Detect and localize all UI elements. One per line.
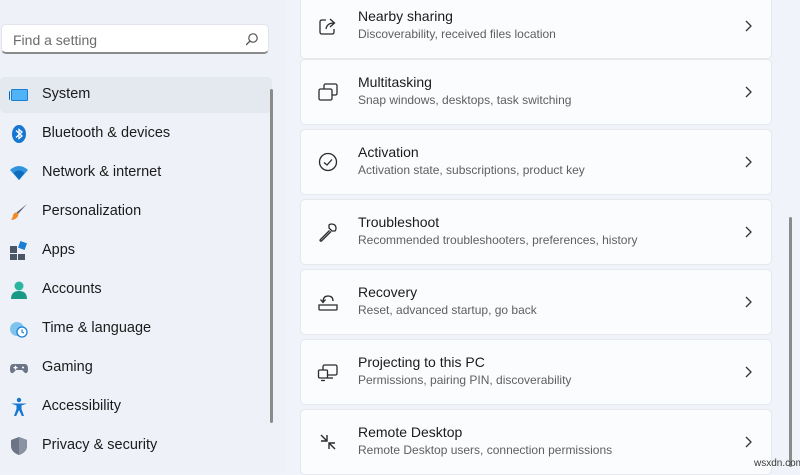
sidebar-item-label: Bluetooth & devices (42, 125, 171, 141)
card-activation[interactable]: Activation Activation state, subscriptio… (300, 129, 772, 195)
sidebar-item-network[interactable]: Network & internet (0, 155, 272, 191)
chevron-right-icon (745, 296, 752, 308)
apps-icon (9, 241, 29, 261)
sidebar-item-label: Time & language (42, 320, 152, 336)
card-subtitle: Activation state, subscriptions, product… (358, 163, 585, 177)
sidebar-item-label: Privacy & security (42, 437, 158, 453)
clock-globe-icon (9, 319, 29, 339)
card-title: Troubleshoot (358, 214, 440, 230)
system-icon (9, 85, 29, 105)
bluetooth-icon (9, 124, 29, 144)
card-recovery[interactable]: Recovery Reset, advanced startup, go bac… (300, 269, 772, 335)
card-subtitle: Recommended troubleshooters, preferences… (358, 233, 638, 247)
card-remote-desktop[interactable]: Remote Desktop Remote Desktop users, con… (300, 409, 772, 475)
sidebar-item-bluetooth[interactable]: Bluetooth & devices (0, 116, 272, 152)
card-subtitle: Snap windows, desktops, task switching (358, 93, 572, 107)
card-title: Remote Desktop (358, 424, 463, 440)
accessibility-icon (9, 397, 29, 417)
remote-desktop-icon (317, 431, 339, 453)
card-projecting[interactable]: Projecting to this PC Permissions, pairi… (300, 339, 772, 405)
sidebar-item-time-language[interactable]: Time & language (0, 311, 272, 347)
check-circle-icon (317, 151, 339, 173)
brush-icon (9, 202, 29, 222)
chevron-right-icon (745, 366, 752, 378)
multitasking-icon (317, 81, 339, 103)
sidebar-item-label: Network & internet (42, 164, 162, 180)
chevron-right-icon (745, 86, 752, 98)
card-subtitle: Discoverability, received files location (358, 27, 556, 41)
sidebar-item-label: Accounts (42, 281, 102, 297)
card-title: Projecting to this PC (358, 354, 485, 370)
search-icon[interactable] (245, 32, 259, 46)
chevron-right-icon (745, 226, 752, 238)
account-icon (9, 280, 29, 300)
sidebar-item-label: Gaming (42, 359, 93, 375)
card-subtitle: Reset, advanced startup, go back (358, 303, 537, 317)
recovery-icon (317, 291, 339, 313)
card-subtitle: Remote Desktop users, connection permiss… (358, 443, 613, 457)
card-title: Nearby sharing (358, 8, 453, 24)
sidebar-item-personalization[interactable]: Personalization (0, 194, 272, 230)
sidebar-item-apps[interactable]: Apps (0, 233, 272, 269)
main-scrollbar[interactable] (789, 217, 792, 467)
shield-icon (9, 436, 29, 456)
sidebar-item-label: System (42, 86, 91, 102)
sidebar-item-accessibility[interactable]: Accessibility (0, 389, 272, 425)
card-title: Recovery (358, 284, 418, 300)
card-title: Activation (358, 144, 419, 160)
chevron-right-icon (745, 436, 752, 448)
card-nearby-sharing[interactable]: Nearby sharing Discoverability, received… (300, 0, 772, 59)
chevron-right-icon (745, 156, 752, 168)
card-troubleshoot[interactable]: Troubleshoot Recommended troubleshooters… (300, 199, 772, 265)
sidebar-item-system[interactable]: System (0, 77, 272, 113)
watermark: wsxdn.com (754, 458, 800, 469)
chevron-right-icon (745, 20, 752, 32)
wrench-icon (317, 221, 339, 243)
sidebar-item-gaming[interactable]: Gaming (0, 350, 272, 386)
sidebar-item-label: Personalization (42, 203, 142, 219)
card-subtitle: Permissions, pairing PIN, discoverabilit… (358, 373, 572, 387)
sidebar-item-label: Apps (42, 242, 76, 258)
sidebar: System Bluetooth & devices Network & int… (0, 0, 285, 473)
card-title: Multitasking (358, 74, 432, 90)
sidebar-item-accounts[interactable]: Accounts (0, 272, 272, 308)
sidebar-scrollbar[interactable] (270, 89, 273, 423)
search-box[interactable] (1, 24, 269, 54)
gamepad-icon (9, 358, 29, 378)
card-multitasking[interactable]: Multitasking Snap windows, desktops, tas… (300, 59, 772, 125)
share-icon (317, 15, 339, 37)
search-input[interactable] (11, 29, 235, 51)
wifi-icon (9, 163, 29, 183)
projecting-icon (317, 361, 339, 383)
sidebar-item-privacy[interactable]: Privacy & security (0, 428, 272, 464)
sidebar-item-label: Accessibility (42, 398, 121, 414)
nav-list: System Bluetooth & devices Network & int… (0, 77, 272, 467)
